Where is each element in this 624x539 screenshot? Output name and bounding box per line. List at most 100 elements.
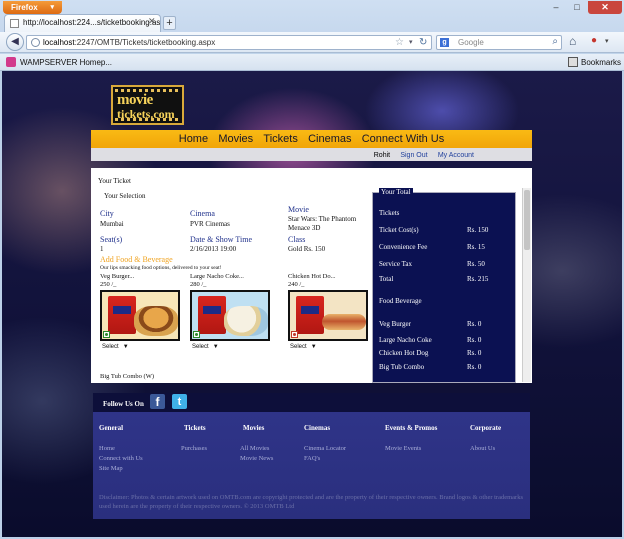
bookmarks-icon <box>568 57 578 67</box>
food-name-big-tub-combo: Big Tub Combo (W) <box>100 373 154 380</box>
your-total-panel: Your Total Tickets Ticket Cost(s) Rs. 15… <box>372 188 516 383</box>
bookmark-star-icon[interactable]: ☆ <box>395 37 404 48</box>
movie-value-line2: Menace 3D <box>288 224 321 232</box>
burger-graphic <box>134 306 178 336</box>
home-icon[interactable]: ⌂ <box>569 34 576 48</box>
hot-dog-graphic <box>322 314 366 330</box>
footer-link-about-us[interactable]: About Us <box>470 445 495 452</box>
service-tax-value: Rs. 50 <box>467 260 485 268</box>
firefox-menu-button[interactable]: Firefox ▾ <box>3 1 62 14</box>
search-magnifier-icon[interactable]: ⌕ <box>552 36 558 47</box>
add-food-label: Add Food & Beverage <box>100 255 173 264</box>
close-window-button[interactable]: ✕ <box>588 1 622 14</box>
food-select-hot-dog[interactable]: Select ▼ <box>290 344 317 350</box>
footer-link-movie-events[interactable]: Movie Events <box>385 445 421 452</box>
navigation-toolbar: ◀ localhost:2247/OMTB/Tickets/ticketbook… <box>0 32 624 53</box>
footer-heading-general: General <box>99 424 124 432</box>
select-label: Select <box>102 344 119 350</box>
web-page: movie tickets.com Home Movies Tickets Ci… <box>2 71 622 537</box>
tickets-heading: Tickets <box>379 209 400 217</box>
menu-connect[interactable]: Connect With Us <box>362 130 445 148</box>
bookmarks-toolbar: WAMPSERVER Homep... Bookmarks <box>0 54 624 71</box>
google-icon[interactable]: g <box>440 38 449 47</box>
footer-link-cinema-locator[interactable]: Cinema Locator <box>304 445 346 452</box>
follow-us-bar: Follow Us On f t <box>93 393 530 412</box>
footer-link-home[interactable]: Home <box>99 445 115 452</box>
ticket-cost-value: Rs. 150 <box>467 226 489 234</box>
selection-title: Your Selection <box>104 192 146 200</box>
seats-label: Seat(s) <box>100 235 123 244</box>
footer-link-faqs[interactable]: FAQ's <box>304 455 320 462</box>
sign-out-link[interactable]: Sign Out <box>400 152 427 159</box>
food-name-hot-dog: Chicken Hot Do... <box>288 273 336 280</box>
search-bar[interactable]: g Google ⌕ <box>436 35 562 50</box>
footer-link-purchases[interactable]: Purchases <box>181 445 207 452</box>
footer-link-connect[interactable]: Connect with Us <box>99 455 143 462</box>
twitter-icon[interactable]: t <box>172 394 187 409</box>
cinema-value: PVR Cinemas <box>190 220 230 228</box>
food-image-veg-burger[interactable] <box>100 290 180 341</box>
scrollbar-thumb[interactable] <box>524 190 530 250</box>
chevron-down-icon[interactable]: ▾ <box>605 37 609 45</box>
pvr-box-graphic <box>296 296 324 334</box>
tab-ticketbooking[interactable]: http://localhost:224...s/ticketbooking.a… <box>4 14 161 32</box>
menu-home[interactable]: Home <box>179 130 208 148</box>
footer-link-movie-news[interactable]: Movie News <box>240 455 273 462</box>
url-bar[interactable]: localhost:2247/OMTB/Tickets/ticketbookin… <box>26 35 432 50</box>
user-bar: Rohit Sign Out My Account <box>91 148 532 161</box>
food-name-veg-burger: Veg Burger... <box>100 273 135 280</box>
class-value: Gold Rs. 150 <box>288 245 326 253</box>
menu-tickets[interactable]: Tickets <box>263 130 297 148</box>
user-name: Rohit <box>373 152 391 159</box>
bookmark-wampserver[interactable]: WAMPSERVER Homep... <box>20 58 112 67</box>
datetime-label: Date & Show Time <box>190 235 253 244</box>
my-account-link[interactable]: My Account <box>438 152 474 159</box>
total-legend: Your Total <box>379 188 413 196</box>
class-label: Class <box>288 235 306 244</box>
hot-dog-total-label: Chicken Hot Dog <box>379 349 429 357</box>
big-tub-total-value: Rs. 0 <box>467 363 482 371</box>
nacho-total-value: Rs. 0 <box>467 336 482 344</box>
city-label: City <box>100 209 114 218</box>
maximize-button[interactable]: □ <box>567 1 587 14</box>
movie-label: Movie <box>288 205 309 214</box>
search-placeholder: Google <box>458 38 484 47</box>
addon-icon[interactable]: ● <box>591 35 597 46</box>
site-footer: General Home Connect with Us Site Map Ti… <box>93 412 530 519</box>
browser-chrome: Firefox ▾ – □ ✕ http://localhost:224...s/… <box>0 0 624 71</box>
facebook-icon[interactable]: f <box>150 394 165 409</box>
food-image-hot-dog[interactable] <box>288 290 368 341</box>
food-image-nacho-coke[interactable] <box>190 290 270 341</box>
food-select-nacho-coke[interactable]: Select ▼ <box>192 344 219 350</box>
footer-link-sitemap[interactable]: Site Map <box>99 465 123 472</box>
logo-text-movie: movie <box>117 92 153 108</box>
back-arrow-icon[interactable]: ◀ <box>6 33 24 51</box>
footer-heading-movies: Movies <box>243 424 265 432</box>
site-logo[interactable]: movie tickets.com <box>111 85 184 125</box>
content-scrollbar[interactable] <box>522 188 531 382</box>
minimize-button[interactable]: – <box>546 1 566 14</box>
food-select-veg-burger[interactable]: Select ▼ <box>102 344 129 350</box>
new-tab-button[interactable]: + <box>163 16 176 30</box>
url-history-dropdown-icon[interactable]: ▾ <box>409 38 413 46</box>
footer-link-all-movies[interactable]: All Movies <box>240 445 269 452</box>
wampserver-icon <box>6 57 16 67</box>
tab-close-icon[interactable]: ✕ <box>148 16 156 27</box>
film-strip-decoration <box>115 118 180 121</box>
follow-us-label: Follow Us On <box>103 400 144 408</box>
pvr-box-graphic <box>198 296 226 334</box>
add-food-description: Our lips smacking food options, delivere… <box>100 265 222 271</box>
reload-icon[interactable]: ↻ <box>419 37 427 48</box>
footer-heading-corporate: Corporate <box>470 424 502 432</box>
bookmarks-menu[interactable]: Bookmarks <box>581 58 621 67</box>
veg-indicator-icon <box>193 331 200 338</box>
seats-value: 1 <box>100 245 104 253</box>
movie-value-line1: Star Wars: The Phantom <box>288 215 357 223</box>
url-host: localhost <box>43 38 75 47</box>
menu-movies[interactable]: Movies <box>218 130 253 148</box>
ticket-content: Your Ticket Your Selection City Mumbai C… <box>91 168 532 383</box>
pvr-box-graphic <box>108 296 136 334</box>
nacho-total-label: Large Nacho Coke <box>379 336 432 344</box>
menu-cinemas[interactable]: Cinemas <box>308 130 351 148</box>
hot-dog-total-value: Rs. 0 <box>467 349 482 357</box>
